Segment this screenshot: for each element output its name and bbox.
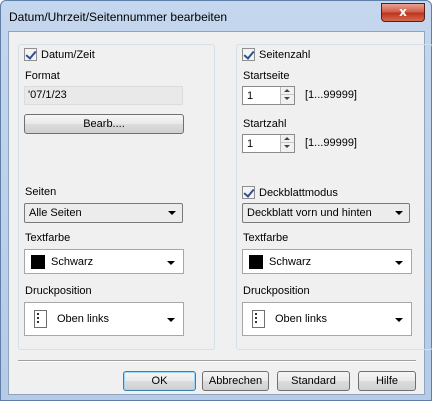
dialog-window: Datum/Uhrzeit/Seitennummer bearbeiten x …: [0, 0, 432, 401]
dialog-title: Datum/Uhrzeit/Seitennummer bearbeiten: [9, 10, 228, 24]
date-time-checkbox-label: Datum/Zeit: [41, 48, 95, 61]
chevron-down-icon: [395, 211, 403, 215]
title-bar[interactable]: Datum/Uhrzeit/Seitennummer bearbeiten x: [1, 1, 431, 31]
pages-select[interactable]: Alle Seiten: [24, 203, 183, 223]
left-printpos-label: Druckposition: [25, 285, 92, 297]
page-number-checkbox[interactable]: Seitenzahl: [242, 48, 310, 61]
start-page-spinner[interactable]: 1: [242, 86, 295, 105]
right-printpos-label: Druckposition: [243, 285, 310, 297]
page-number-group: Seitenzahl Startseite 1 [1...99999] Star…: [236, 44, 432, 350]
right-textcolor-value: Schwarz: [269, 256, 312, 268]
spinner-buttons: [280, 87, 294, 104]
cover-mode-checkbox[interactable]: Deckblattmodus: [242, 186, 338, 199]
right-printpos-select[interactable]: Oben links: [242, 302, 412, 336]
start-page-value: 1: [247, 90, 254, 102]
left-textcolor-value: Schwarz: [51, 256, 94, 268]
cover-mode-select[interactable]: Deckblatt vorn und hinten: [242, 203, 410, 223]
chevron-down-icon: [167, 318, 175, 322]
color-swatch: [31, 255, 45, 269]
edit-format-button[interactable]: Bearb....: [24, 114, 184, 134]
left-printpos-value: Oben links: [57, 313, 109, 325]
spinner-buttons: [280, 135, 294, 152]
page-position-icon: [34, 310, 47, 328]
date-time-group: Datum/Zeit Format '07/1/23 Bearb.... Sei…: [18, 44, 215, 350]
left-textcolor-select[interactable]: Schwarz: [24, 249, 184, 274]
cover-mode-select-value: Deckblatt vorn und hinten: [247, 207, 372, 219]
cancel-button[interactable]: Abbrechen: [202, 371, 269, 391]
footer-separator: [18, 360, 416, 362]
chevron-down-icon: [167, 261, 175, 265]
chevron-down-icon: [168, 211, 176, 215]
checkbox-checked-icon: [242, 48, 255, 61]
format-value: '07/1/23: [28, 89, 67, 101]
format-value-field: '07/1/23: [24, 86, 183, 105]
format-label: Format: [25, 70, 60, 82]
start-number-label: Startzahl: [243, 118, 287, 130]
right-printpos-value: Oben links: [275, 313, 327, 325]
dialog-client-area: Datum/Zeit Format '07/1/23 Bearb.... Sei…: [8, 31, 432, 395]
spin-down-icon[interactable]: [281, 95, 294, 103]
ok-button[interactable]: OK: [123, 371, 196, 391]
cover-mode-checkbox-label: Deckblattmodus: [259, 186, 338, 199]
right-textcolor-select[interactable]: Schwarz: [242, 249, 412, 274]
spin-down-icon[interactable]: [281, 143, 294, 151]
right-textcolor-label: Textfarbe: [243, 232, 289, 244]
chevron-down-icon: [395, 261, 403, 265]
pages-select-value: Alle Seiten: [29, 207, 82, 219]
start-number-value: 1: [247, 138, 254, 150]
chevron-down-icon: [395, 318, 403, 322]
color-swatch: [249, 255, 263, 269]
start-number-range: [1...99999]: [305, 137, 357, 149]
checkbox-checked-icon: [24, 48, 37, 61]
start-page-label: Startseite: [243, 70, 290, 82]
left-textcolor-label: Textfarbe: [25, 232, 71, 244]
pages-label: Seiten: [25, 186, 57, 198]
spin-up-icon[interactable]: [281, 87, 294, 95]
checkbox-checked-icon: [242, 186, 255, 199]
close-button[interactable]: x: [381, 3, 425, 22]
left-printpos-select[interactable]: Oben links: [24, 302, 184, 336]
page-position-icon: [252, 310, 265, 328]
start-number-spinner[interactable]: 1: [242, 134, 295, 153]
start-page-range: [1...99999]: [305, 89, 357, 101]
page-number-checkbox-label: Seitenzahl: [259, 48, 311, 61]
standard-button[interactable]: Standard: [277, 371, 350, 391]
spin-up-icon[interactable]: [281, 135, 294, 143]
date-time-checkbox[interactable]: Datum/Zeit: [24, 48, 95, 61]
help-button[interactable]: Hilfe: [358, 371, 416, 391]
